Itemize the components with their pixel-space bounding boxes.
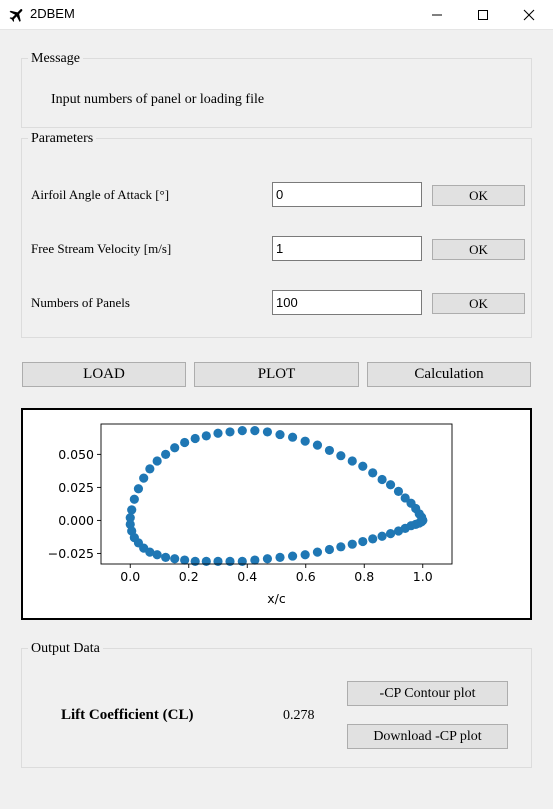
x-tick-label: 0.8 bbox=[354, 569, 374, 584]
load-button[interactable]: LOAD bbox=[22, 362, 186, 387]
data-point bbox=[275, 552, 285, 562]
x-tick-label: 1.0 bbox=[413, 569, 433, 584]
x-tick-label: 0.6 bbox=[296, 569, 316, 584]
data-point bbox=[139, 473, 149, 483]
lift-coefficient-value: 0.278 bbox=[283, 708, 315, 723]
maximize-button[interactable] bbox=[460, 0, 506, 29]
data-point bbox=[190, 556, 200, 566]
y-tick-label: 0.025 bbox=[58, 480, 94, 495]
data-point bbox=[161, 449, 171, 459]
data-point bbox=[324, 445, 335, 456]
y-tick-label: 0.000 bbox=[58, 513, 94, 528]
calculation-button[interactable]: Calculation bbox=[367, 362, 531, 387]
data-point bbox=[275, 429, 285, 440]
title-bar: 2DBEM bbox=[0, 0, 553, 30]
close-icon bbox=[523, 9, 535, 21]
minimize-button[interactable] bbox=[414, 0, 460, 29]
data-point bbox=[180, 555, 190, 565]
data-point bbox=[347, 456, 357, 466]
data-point bbox=[336, 542, 346, 552]
free-stream-velocity-label: Free Stream Velocity [m/s] bbox=[31, 241, 172, 256]
parameters-frame-title: Parameters bbox=[28, 131, 97, 147]
data-point bbox=[300, 436, 310, 446]
data-point bbox=[180, 437, 190, 448]
data-point bbox=[250, 426, 260, 436]
cp-contour-plot-button[interactable]: -CP Contour plot bbox=[347, 681, 508, 706]
data-point bbox=[287, 551, 298, 561]
numbers-of-panels-input[interactable] bbox=[272, 290, 422, 315]
close-button[interactable] bbox=[506, 0, 552, 29]
data-point bbox=[358, 461, 368, 471]
data-point bbox=[237, 426, 247, 436]
data-point bbox=[161, 552, 171, 562]
plot-button[interactable]: PLOT bbox=[194, 362, 359, 387]
data-point bbox=[145, 464, 155, 474]
data-point bbox=[368, 534, 378, 544]
data-point bbox=[129, 494, 139, 504]
numbers-of-panels-ok-button[interactable]: OK bbox=[432, 293, 525, 314]
x-tick-label: 0.0 bbox=[120, 569, 140, 584]
airfoil-plot: 0.0 0.2 0.4 0.6 0.8 1.0 −0.025 0.000 0.025 0.050 x… bbox=[21, 408, 532, 620]
data-point bbox=[393, 486, 404, 496]
data-point bbox=[312, 440, 323, 450]
data-point bbox=[225, 556, 235, 566]
numbers-of-panels-label: Numbers of Panels bbox=[31, 295, 130, 310]
data-point bbox=[250, 555, 260, 565]
data-point bbox=[225, 427, 235, 437]
data-point bbox=[336, 451, 346, 461]
data-point bbox=[213, 428, 223, 438]
airfoil-chart: 0.0 0.2 0.4 0.6 0.8 1.0 −0.025 0.000 0.025 0.050 x… bbox=[48, 423, 453, 606]
data-point bbox=[201, 431, 211, 441]
data-point bbox=[127, 505, 137, 515]
free-stream-velocity-ok-button[interactable]: OK bbox=[432, 239, 525, 260]
y-tick-label: 0.050 bbox=[58, 447, 94, 462]
x-tick-label: 0.2 bbox=[179, 569, 199, 584]
data-point bbox=[237, 556, 247, 566]
data-point bbox=[213, 556, 223, 566]
angle-of-attack-label: Airfoil Angle of Attack [°] bbox=[31, 187, 170, 202]
data-point bbox=[170, 443, 180, 453]
data-point bbox=[377, 474, 387, 485]
data-point bbox=[262, 554, 273, 564]
angle-of-attack-input[interactable] bbox=[272, 182, 422, 207]
airplane-icon bbox=[9, 9, 23, 22]
x-axis-label: x/c bbox=[267, 591, 286, 606]
data-point bbox=[368, 468, 378, 478]
data-point bbox=[262, 427, 273, 437]
download-cp-plot-button[interactable]: Download -CP plot bbox=[347, 724, 508, 749]
data-point bbox=[133, 484, 144, 494]
data-point bbox=[385, 529, 396, 539]
data-point bbox=[152, 456, 162, 466]
data-point bbox=[400, 493, 410, 503]
data-point bbox=[190, 433, 200, 444]
data-point bbox=[377, 531, 387, 541]
data-point bbox=[418, 515, 428, 526]
output-frame-title: Output Data bbox=[28, 641, 103, 657]
maximize-icon bbox=[478, 10, 488, 20]
y-tick-label: −0.025 bbox=[48, 546, 94, 561]
data-point bbox=[385, 480, 396, 490]
window-title: 2DBEM bbox=[30, 6, 75, 21]
data-point bbox=[312, 547, 323, 557]
minimize-icon bbox=[432, 14, 442, 16]
message-frame-title: Message bbox=[28, 51, 83, 67]
data-point bbox=[300, 550, 310, 560]
data-point bbox=[287, 432, 298, 442]
data-point bbox=[201, 556, 211, 566]
angle-of-attack-ok-button[interactable]: OK bbox=[432, 185, 525, 206]
data-point bbox=[347, 539, 357, 549]
free-stream-velocity-input[interactable] bbox=[272, 236, 422, 261]
data-point bbox=[358, 536, 368, 547]
message-text: Input numbers of panel or loading file bbox=[51, 92, 265, 107]
data-point bbox=[324, 544, 335, 555]
lift-coefficient-label: Lift Coefficient (CL) bbox=[61, 707, 194, 723]
data-point bbox=[170, 554, 180, 564]
x-tick-label: 0.4 bbox=[237, 569, 257, 584]
data-point bbox=[152, 550, 162, 560]
